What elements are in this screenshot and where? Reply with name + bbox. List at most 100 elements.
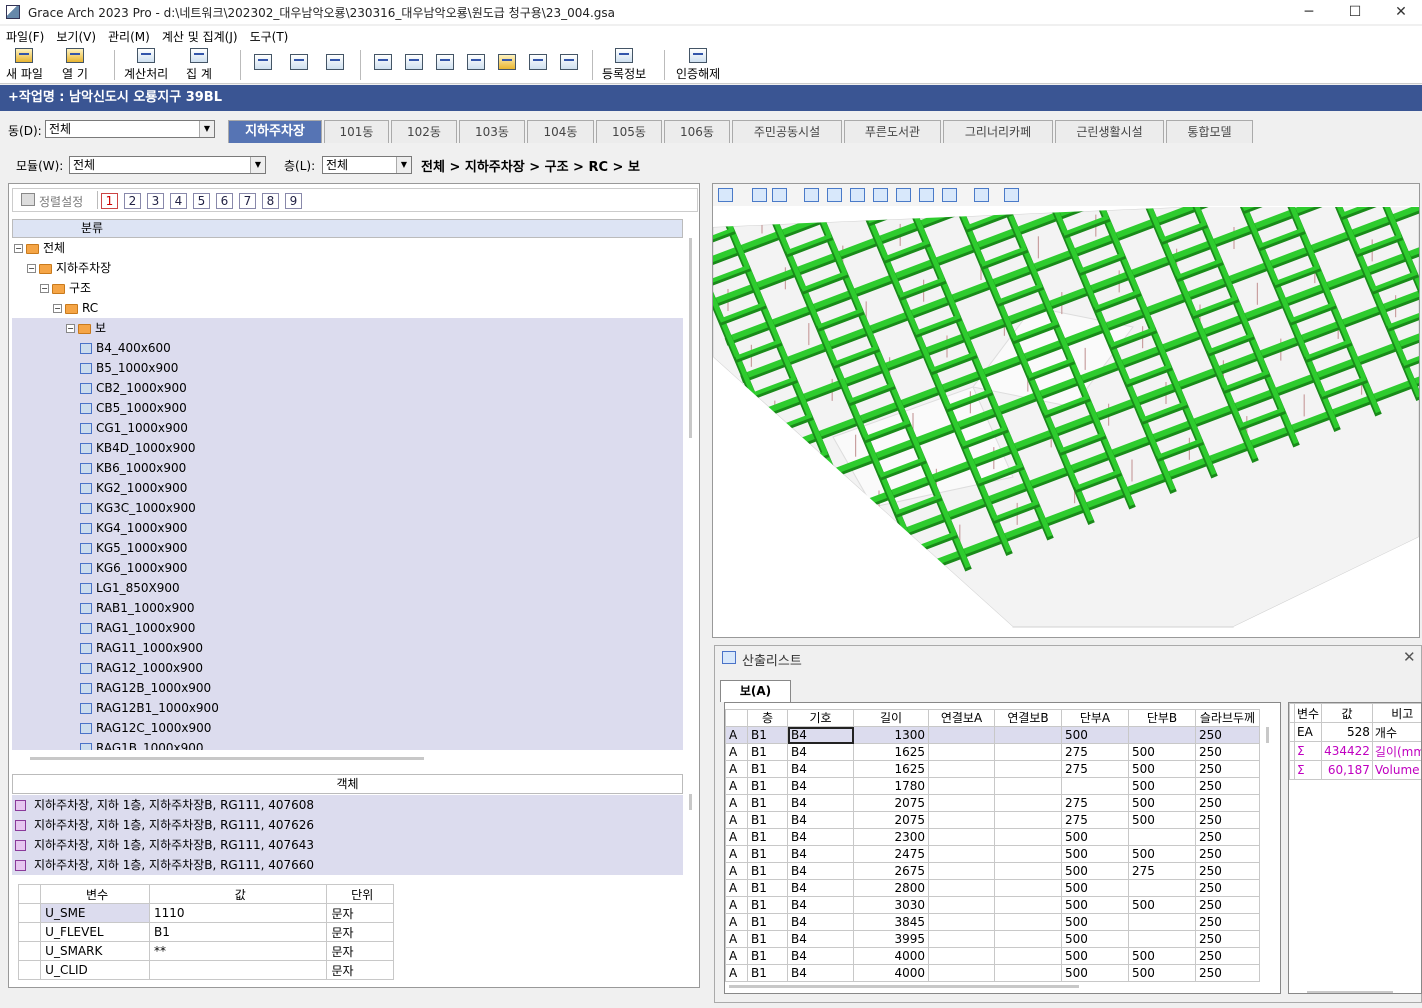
calc-cell[interactable]: A — [725, 947, 748, 965]
calc-cell[interactable] — [1128, 726, 1196, 744]
tree-item[interactable]: RAG12B1_1000x900 — [12, 698, 683, 718]
calc-cell[interactable]: A — [725, 794, 748, 812]
view-tool-icon-3[interactable] — [804, 188, 819, 202]
tree-item[interactable]: KB6_1000x900 — [12, 458, 683, 478]
calc-hscrollbar[interactable] — [729, 985, 1079, 988]
tree-hscrollbar[interactable] — [30, 757, 424, 760]
tree-node[interactable]: − 전체 — [12, 238, 683, 258]
calc-cell[interactable]: B1 — [747, 930, 788, 948]
row-selector[interactable] — [17, 960, 42, 980]
calc-cell[interactable]: B4 — [787, 726, 854, 744]
calc-col-header[interactable] — [725, 709, 748, 727]
calc-cell[interactable]: B4 — [787, 777, 854, 795]
form-button-2[interactable] — [405, 54, 423, 88]
tree-item[interactable]: RAG1_1000x900 — [12, 618, 683, 638]
sort-number-9[interactable]: 9 — [285, 193, 302, 209]
view-tool-icon-9[interactable] — [942, 188, 957, 202]
calc-cell[interactable] — [1128, 913, 1196, 931]
tree-item[interactable]: KG4_1000x900 — [12, 518, 683, 538]
calc-cell[interactable] — [994, 879, 1062, 897]
summary-row[interactable]: Σ434422길이(mm) — [1289, 741, 1421, 761]
calc-cell[interactable]: B4 — [787, 964, 854, 982]
calc-cell[interactable] — [928, 777, 995, 795]
calc-cell[interactable]: 250 — [1195, 913, 1260, 931]
calc-row[interactable]: A B1 B4 2475 500 500 250 — [725, 845, 1260, 863]
calc-row[interactable]: A B1 B4 3845 500 250 — [725, 913, 1260, 931]
calc-cell[interactable]: B4 — [787, 828, 854, 846]
calc-cell[interactable]: 500 — [1061, 896, 1129, 914]
calc-col-header[interactable]: 슬라브두께 — [1195, 709, 1260, 727]
module-select[interactable]: 전체 ▼ — [69, 156, 266, 174]
calc-cell[interactable] — [928, 743, 995, 761]
tree-node[interactable]: − 보 — [12, 318, 683, 338]
sort-number-2[interactable]: 2 — [124, 193, 141, 209]
preview-button[interactable] — [254, 54, 272, 88]
calc-cell[interactable]: 500 — [1061, 947, 1129, 965]
calc-cell[interactable] — [928, 964, 995, 982]
calc-row[interactable]: A B1 B4 2300 500 250 — [725, 828, 1260, 846]
calc-row[interactable]: A B1 B4 1300 500 250 — [725, 726, 1260, 744]
tree-item[interactable]: KG5_1000x900 — [12, 538, 683, 558]
calc-row[interactable]: A B1 B4 1625 275 500 250 — [725, 743, 1260, 761]
calc-cell[interactable]: 500 — [1128, 896, 1196, 914]
sort-number-8[interactable]: 8 — [262, 193, 279, 209]
calc-cell[interactable]: A — [725, 930, 748, 948]
cert-release-button[interactable]: 인증해제 — [676, 48, 720, 82]
calc-cell[interactable] — [928, 879, 995, 897]
calc-cell[interactable] — [994, 777, 1062, 795]
view-tool-icon-0[interactable] — [718, 188, 733, 202]
object-row[interactable]: 지하주차장, 지하 1층, 지하주차장B, RG111, 407643 — [12, 835, 683, 855]
calc-cell[interactable]: A — [725, 913, 748, 931]
view-tool-icon-4[interactable] — [827, 188, 842, 202]
calc-cell[interactable] — [928, 794, 995, 812]
calc-cell[interactable]: 4000 — [853, 964, 929, 982]
calc-cell[interactable]: B1 — [747, 913, 788, 931]
tree-item[interactable]: B4_400x600 — [12, 338, 683, 358]
calc-cell[interactable] — [928, 862, 995, 880]
calc-cell[interactable]: 500 — [1128, 964, 1196, 982]
variable-row[interactable]: U_SME 1110 문자 — [17, 903, 394, 923]
calc-cell[interactable] — [928, 896, 995, 914]
tree-item[interactable]: CG1_1000x900 — [12, 418, 683, 438]
calc-col-header[interactable]: 연결보A — [928, 709, 995, 727]
calc-cell[interactable]: B4 — [787, 743, 854, 761]
calc-col-header[interactable]: 층 — [747, 709, 788, 727]
calc-cell[interactable]: 500 — [1128, 743, 1196, 761]
calc-col-header[interactable]: 단부B — [1128, 709, 1196, 727]
menu-view[interactable]: 보기(V) — [56, 28, 96, 45]
calc-cell[interactable] — [994, 794, 1062, 812]
sort-number-5[interactable]: 5 — [193, 193, 210, 209]
calc-cell[interactable]: A — [725, 760, 748, 778]
calc-row[interactable]: A B1 B4 3995 500 250 — [725, 930, 1260, 948]
calc-cell[interactable]: B4 — [787, 913, 854, 931]
calc-row[interactable]: A B1 B4 4000 500 500 250 — [725, 964, 1260, 982]
calc-cell[interactable]: B1 — [747, 862, 788, 880]
calc-cell[interactable]: 3030 — [853, 896, 929, 914]
calc-cell[interactable]: B4 — [787, 879, 854, 897]
sort-settings-button[interactable]: 정렬설정 — [39, 193, 83, 210]
form-button-3[interactable] — [436, 54, 454, 88]
new-file-button[interactable]: 새 파일 — [6, 48, 43, 82]
calc-cell[interactable]: A — [725, 828, 748, 846]
calc-cell[interactable] — [994, 862, 1062, 880]
calc-row[interactable]: A B1 B4 1625 275 500 250 — [725, 760, 1260, 778]
view-tool-icon-10[interactable] — [974, 188, 989, 202]
calc-cell[interactable]: 500 — [1061, 930, 1129, 948]
calc-row[interactable]: A B1 B4 4000 500 500 250 — [725, 947, 1260, 965]
calc-cell[interactable]: B1 — [747, 845, 788, 863]
sort-number-6[interactable]: 6 — [216, 193, 233, 209]
calc-cell[interactable]: B1 — [747, 811, 788, 829]
collapse-icon[interactable]: − — [14, 244, 23, 253]
calc-cell[interactable]: A — [725, 743, 748, 761]
calc-row[interactable]: A B1 B4 2675 500 275 250 — [725, 862, 1260, 880]
calc-cell[interactable]: 500 — [1061, 913, 1129, 931]
calc-cell[interactable] — [994, 964, 1062, 982]
calc-cell[interactable]: A — [725, 862, 748, 880]
row-selector[interactable] — [17, 922, 42, 942]
calc-cell[interactable] — [994, 828, 1062, 846]
sort-number-3[interactable]: 3 — [147, 193, 164, 209]
calc-col-header[interactable]: 길이 — [853, 709, 929, 727]
row-selector[interactable] — [17, 941, 42, 961]
collapse-icon[interactable]: − — [53, 304, 62, 313]
menu-file[interactable]: 파일(F) — [6, 28, 44, 45]
